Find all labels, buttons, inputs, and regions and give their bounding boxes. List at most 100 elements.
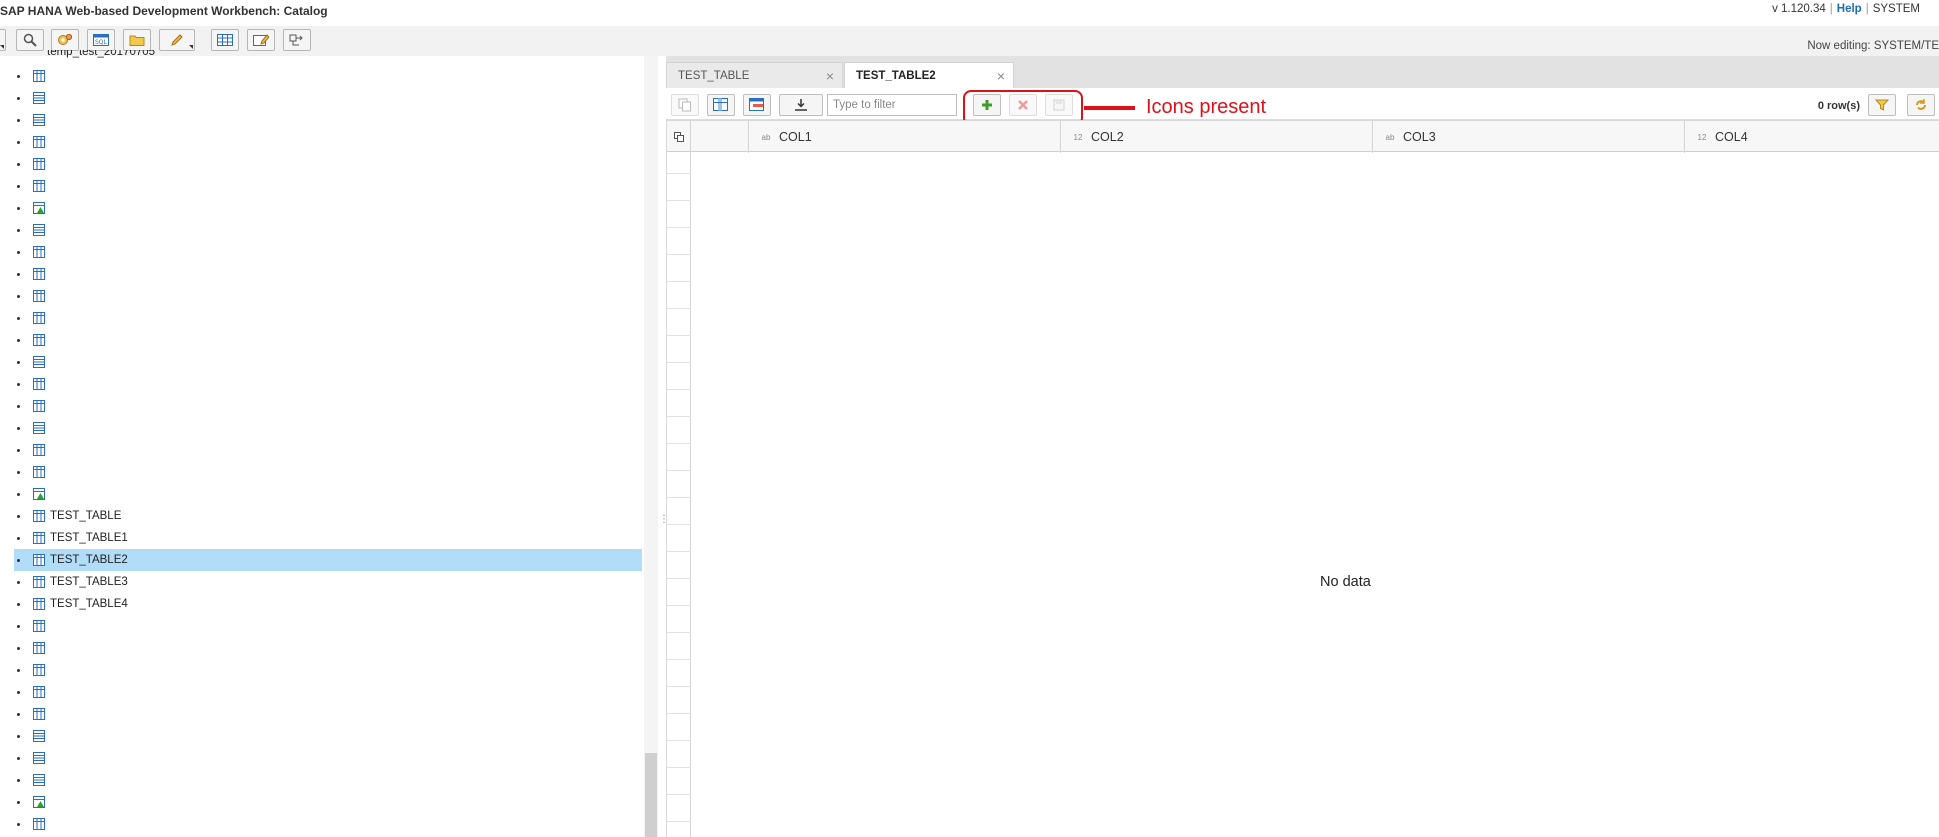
row-divider: [667, 578, 691, 579]
copy-button[interactable]: [671, 94, 699, 116]
table-grid-button[interactable]: [211, 29, 239, 51]
tree-item[interactable]: [14, 307, 642, 329]
tree-item[interactable]: [14, 791, 642, 813]
tree-item[interactable]: [14, 681, 642, 703]
tree-item[interactable]: [14, 241, 642, 263]
editor-tabstrip: TEST_TABLE × TEST_TABLE2 ×: [666, 56, 1939, 88]
row-divider: [667, 389, 691, 390]
tree-item[interactable]: TEST_TABLE3: [14, 571, 642, 593]
tree-item[interactable]: TEST_TABLE: [14, 505, 642, 527]
tree-item[interactable]: [14, 175, 642, 197]
rows-button[interactable]: [743, 94, 771, 116]
column-header-col4[interactable]: 12 COL4: [1685, 121, 1939, 153]
tree-item[interactable]: [14, 109, 642, 131]
tree-item[interactable]: [14, 219, 642, 241]
tree-item[interactable]: [14, 65, 642, 87]
table-icon: [33, 268, 45, 280]
tree-partial-item[interactable]: temp_test_20170705: [28, 50, 228, 60]
tab-test-table[interactable]: TEST_TABLE ×: [666, 62, 843, 88]
help-link[interactable]: Help: [1837, 3, 1862, 15]
table-editor: TEST_TABLE × TEST_TABLE2 × Type to filte…: [666, 56, 1939, 837]
main-toolbar: SQL Now editing: SYSTEM/TE: [0, 26, 1939, 56]
funnel-icon: [1875, 99, 1889, 111]
select-all-cell[interactable]: [667, 121, 691, 153]
edit-pencil-icon: [171, 34, 183, 46]
settings-button[interactable]: [51, 29, 79, 51]
tree-item[interactable]: [14, 87, 642, 109]
column-header-col1[interactable]: ab COL1: [749, 121, 1061, 153]
tab-test-table2[interactable]: TEST_TABLE2 ×: [844, 62, 1014, 88]
number-type-icon: 12: [1073, 132, 1083, 142]
column-header-col3[interactable]: ab COL3: [1373, 121, 1685, 153]
tree-item[interactable]: [14, 659, 642, 681]
close-icon[interactable]: ×: [997, 68, 1005, 84]
bullet-icon: [17, 778, 20, 782]
table-rows-icon: [749, 98, 764, 111]
tree-item[interactable]: TEST_TABLE2: [14, 549, 642, 571]
open-folder-button[interactable]: [123, 29, 151, 51]
refresh-button[interactable]: [1907, 94, 1935, 116]
tree-item[interactable]: [14, 725, 642, 747]
tree-item[interactable]: TEST_TABLE1: [14, 527, 642, 549]
version-label: v 1.120.34: [1772, 3, 1826, 15]
bullet-icon: [17, 558, 20, 562]
menu-caret-button[interactable]: [0, 29, 6, 51]
bullet-icon: [17, 382, 20, 386]
search-button[interactable]: [16, 29, 44, 51]
navigate-button[interactable]: [283, 29, 311, 51]
tree-item-label: TEST_TABLE4: [50, 598, 128, 610]
tree-item[interactable]: [14, 395, 642, 417]
table-icon: [33, 686, 45, 698]
column-header-col2[interactable]: 12 COL2: [1061, 121, 1373, 153]
tree-item[interactable]: [14, 329, 642, 351]
view-icon: [33, 356, 45, 368]
bullet-icon: [17, 250, 20, 254]
tree-item[interactable]: [14, 373, 642, 395]
tree-item[interactable]: [14, 747, 642, 769]
table-icon: [33, 246, 45, 258]
tree-item[interactable]: TEST_TABLE4: [14, 593, 642, 615]
table-icon: [33, 510, 45, 522]
view-icon: [33, 114, 45, 126]
column-settings-button[interactable]: [707, 94, 735, 116]
tree-item[interactable]: [14, 615, 642, 637]
column-name: COL2: [1091, 130, 1124, 144]
row-divider: [667, 551, 691, 552]
tree-item[interactable]: [14, 461, 642, 483]
row-divider: [667, 362, 691, 363]
row-divider: [667, 740, 691, 741]
tree-item[interactable]: [14, 439, 642, 461]
download-button[interactable]: [779, 94, 823, 116]
tree-item[interactable]: [14, 637, 642, 659]
bullet-icon: [17, 118, 20, 122]
tree-item-label: TEST_TABLE2: [50, 554, 128, 566]
row-divider: [667, 497, 691, 498]
tree-scrollbar-thumb[interactable]: [645, 753, 657, 837]
view-icon: [33, 774, 45, 786]
edit-table-button[interactable]: [247, 29, 275, 51]
table-icon: [33, 532, 45, 544]
tree-item[interactable]: [14, 769, 642, 791]
tree-item[interactable]: [14, 263, 642, 285]
sql-console-button[interactable]: SQL: [87, 29, 115, 51]
tree-item[interactable]: [14, 197, 642, 219]
row-divider: [667, 632, 691, 633]
row-header-column: [667, 152, 691, 837]
tree-item[interactable]: [14, 813, 642, 835]
tree-item[interactable]: [14, 483, 642, 505]
filter-input[interactable]: [827, 94, 957, 116]
tree-item[interactable]: [14, 703, 642, 725]
edit-button[interactable]: [159, 29, 195, 51]
close-icon[interactable]: ×: [826, 68, 834, 84]
tree-item[interactable]: [14, 351, 642, 373]
tree-scrollbar[interactable]: [644, 56, 658, 837]
bullet-icon: [17, 404, 20, 408]
settings-icon: [58, 33, 73, 45]
tree-item[interactable]: [14, 285, 642, 307]
tree-item[interactable]: [14, 131, 642, 153]
tree-item[interactable]: [14, 153, 642, 175]
filter-button[interactable]: [1868, 94, 1896, 116]
editor-toolbar: 0 row(s): [666, 88, 1939, 120]
tree-item[interactable]: [14, 417, 642, 439]
bullet-icon: [17, 756, 20, 760]
